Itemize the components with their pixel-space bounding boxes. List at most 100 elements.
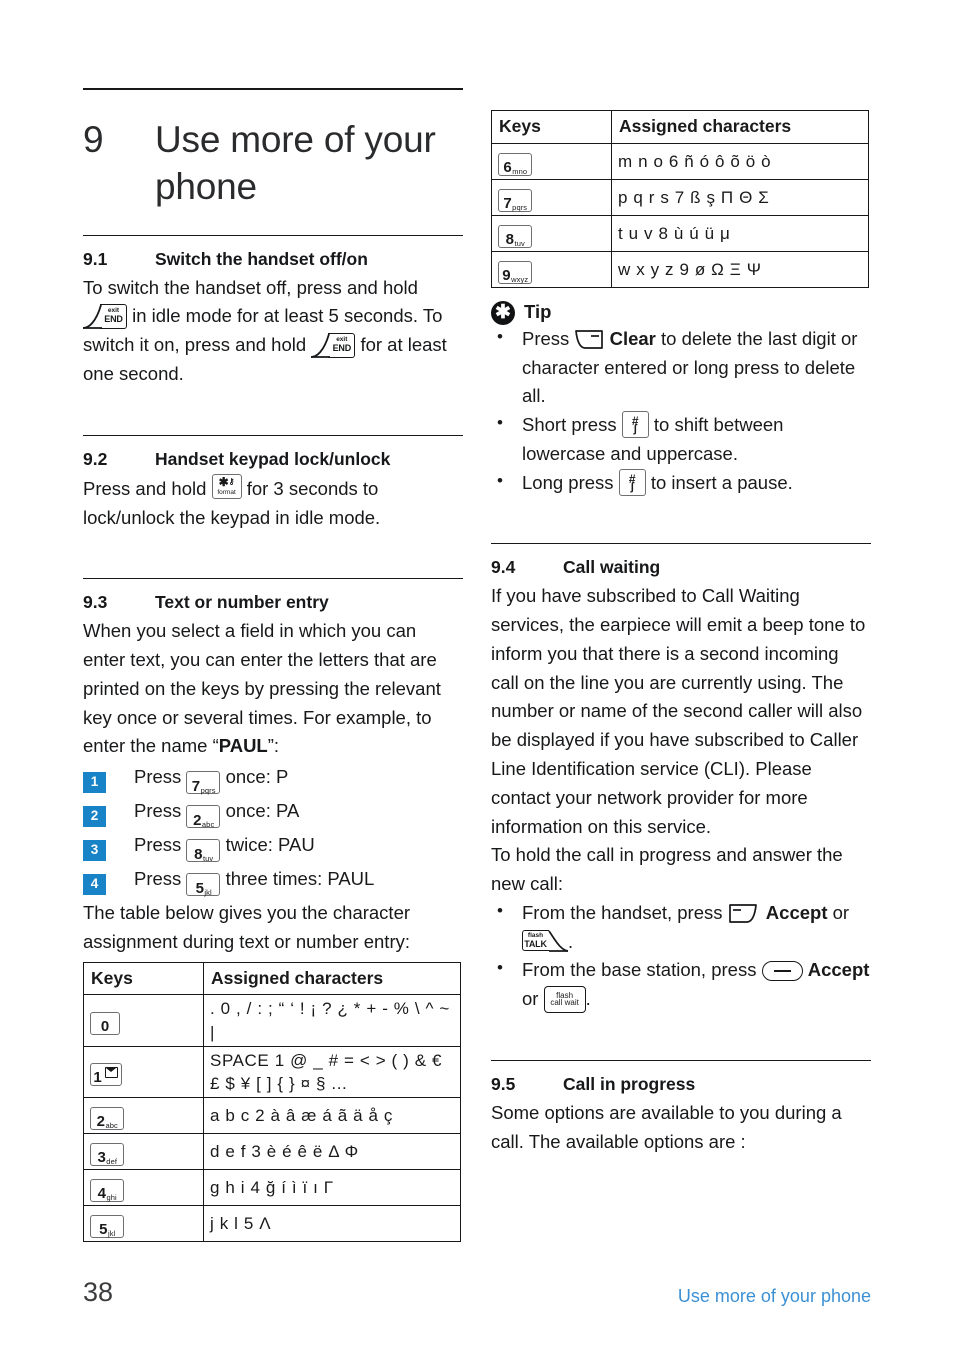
table-row: 5jkl j k l 5 Λ — [83, 1204, 461, 1242]
star-format-key-icon: ✱⚷ format — [211, 473, 242, 499]
section-94-number: 9.4 — [491, 557, 516, 578]
left-row-4-digit: 4 — [97, 1184, 107, 1202]
left-keys-table: Keys Assigned characters 0 . 0 , / : ; “… — [83, 961, 461, 1242]
step-2-badge: 2 — [83, 805, 106, 827]
key-4-table-icon: 4ghi — [90, 1178, 124, 1202]
key-2-table-icon: 2abc — [90, 1106, 124, 1130]
step-1-post: once: P — [225, 766, 289, 788]
right-row-3-digit: 9 — [502, 266, 511, 284]
section-93-number: 9.3 — [83, 592, 108, 613]
key-7-sub: pqrs — [200, 786, 216, 796]
table-row: 7pqrs p q r s 7 ß ş Π Θ Σ — [491, 178, 869, 216]
tip-bullet-3: Long press # ʃ to insert a pause. — [491, 468, 871, 498]
running-head: Use more of your phone — [677, 1286, 871, 1306]
step-3-text: Press 8tuv twice: PAU — [134, 831, 315, 862]
section-94-bullets: From the handset, press Accept or flash … — [491, 898, 871, 1014]
hash-pause-key-icon-2: # ʃ — [618, 468, 646, 496]
key-8-digit: 8 — [194, 846, 203, 864]
section-91-text-a: To switch the handset off, press and hol… — [83, 276, 418, 298]
section-92-heading: 9.2 Handset keypad lock/unlock — [83, 449, 463, 470]
table-header-row: Keys Assigned characters — [491, 110, 869, 144]
right-row-1-chars: p q r s 7 ß ş Π Θ Σ — [611, 178, 869, 216]
left-row-5-key: 5jkl — [83, 1204, 204, 1242]
left-row-2-digit: 2 — [96, 1112, 105, 1130]
left-row-2-key: 2abc — [83, 1096, 204, 1134]
right-row-3-key: 9wxyz — [491, 250, 612, 288]
accept-softkey-icon — [728, 902, 761, 925]
step-1: 1 Press 7pqrs once: P — [83, 763, 463, 794]
step-3-badge: 3 — [83, 839, 106, 861]
key-7-digit: 7 — [191, 778, 201, 796]
section-93-steps: 1 Press 7pqrs once: P 2 Press 2abc once:… — [83, 763, 463, 896]
right-table-header-chars: Assigned characters — [611, 110, 869, 144]
section-92-paragraph: Press and hold ✱⚷ format for 3 seconds t… — [83, 473, 463, 533]
left-row-3-key: 3def — [83, 1132, 204, 1170]
page-footer: 38 Use more of your phone — [83, 1277, 871, 1317]
right-row-0-sub: mno — [512, 166, 528, 176]
table-row: 0 . 0 , / : ; “ ‘ ! ¡ ? ¿ * + - % \ ^ ~ … — [83, 994, 461, 1047]
section-93-title: Text or number entry — [155, 592, 329, 613]
step-2-text: Press 2abc once: PA — [134, 797, 299, 828]
section-93-heading: 9.3 Text or number entry — [83, 592, 463, 613]
gap-tip-94 — [491, 497, 871, 543]
tip-title: Tip — [524, 300, 552, 322]
section-93-paragraph-2: The table below gives you the character … — [83, 902, 411, 952]
key-7-icon: 7pqrs — [186, 771, 221, 796]
section-94: 9.4 Call waiting If you have subscribed … — [491, 557, 871, 1014]
key-8-sub: tuv — [202, 854, 214, 864]
key-2-digit: 2 — [193, 812, 202, 830]
right-table-header-keys: Keys — [491, 110, 612, 144]
right-keys-table: Keys Assigned characters 6mno m n o 6 ñ … — [491, 110, 869, 288]
section-91-heading: 9.1 Switch the handset off/on — [83, 249, 463, 270]
left-row-3-digit: 3 — [97, 1148, 106, 1166]
section-93-name-bold: PAUL — [218, 735, 268, 757]
table-row: 8tuv t u v 8 ù ú ü μ — [491, 214, 869, 252]
key-5-digit: 5 — [195, 880, 204, 898]
right-row-2-digit: 8 — [505, 230, 515, 248]
right-row-3-chars: w x y z 9 ø Ω Ξ Ψ — [611, 250, 869, 288]
step-3-pre: Press — [134, 834, 182, 856]
left-table-header-chars: Assigned characters — [203, 961, 461, 996]
table-row: 1 SPACE 1 @ _ # = < > ( ) & € £ $ ¥ [ ] … — [83, 1045, 461, 1098]
page-number: 38 — [83, 1277, 114, 1307]
right-row-0-digit: 6 — [503, 158, 512, 176]
step-3: 3 Press 8tuv twice: PAU — [83, 831, 463, 862]
section-93-intro-end: ”: — [267, 735, 280, 757]
left-row-0-key: 0 — [83, 994, 204, 1047]
section-rule-94 — [491, 543, 871, 545]
bullet-94-2-bold: Accept — [807, 959, 870, 981]
key-2-icon: 2abc — [186, 805, 221, 830]
step-1-text: Press 7pqrs once: P — [134, 763, 288, 794]
key-8-table-icon: 8tuv — [498, 224, 532, 248]
left-row-1-chars: SPACE 1 @ _ # = < > ( ) & € £ $ ¥ [ ] { … — [203, 1045, 461, 1098]
right-row-2-key: 8tuv — [491, 214, 612, 252]
section-92: 9.2 Handset keypad lock/unlock Press and… — [83, 449, 463, 533]
accept-base-bullet: From the base station, press Accept or f… — [491, 955, 871, 1014]
section-rule-93 — [83, 578, 463, 580]
end-key-bottom-label-2: END — [332, 342, 352, 353]
table-row: 9wxyz w x y z 9 ø Ω Ξ Ψ — [491, 250, 869, 288]
chapter-top-rule — [83, 88, 463, 90]
section-91-number: 9.1 — [83, 248, 108, 269]
left-row-4-sub: ghi — [106, 1192, 117, 1202]
key-6-table-icon: 6mno — [498, 152, 532, 176]
right-column: Keys Assigned characters 6mno m n o 6 ñ … — [491, 88, 871, 1156]
left-table-header-keys: Keys — [83, 961, 204, 996]
tip-b3-pre: Long press — [522, 471, 614, 493]
left-row-3-sub: def — [106, 1156, 118, 1166]
key-9-table-icon: 9wxyz — [498, 260, 532, 284]
section-95-heading: 9.5 Call in progress — [491, 1074, 871, 1095]
left-row-3-chars: d e f 3 è é ê ë Δ Φ — [203, 1132, 461, 1170]
key-5-table-icon: 5jkl — [90, 1214, 124, 1238]
section-95-number: 9.5 — [491, 1073, 516, 1094]
key-5-sub: jkl — [204, 888, 212, 898]
step-2-pre: Press — [134, 800, 182, 822]
gap-92-93 — [83, 532, 463, 578]
flash-key-line2: call wait — [550, 997, 579, 1007]
step-4: 4 Press 5jkl three times: PAUL — [83, 865, 463, 896]
key-3-table-icon: 3def — [90, 1142, 124, 1166]
key-1-envelope-icon: 1 — [90, 1063, 122, 1087]
hash-pause-key-icon: # ʃ — [621, 411, 649, 439]
clear-softkey-icon — [574, 328, 604, 351]
tip-header: ✱ Tip — [491, 300, 871, 325]
